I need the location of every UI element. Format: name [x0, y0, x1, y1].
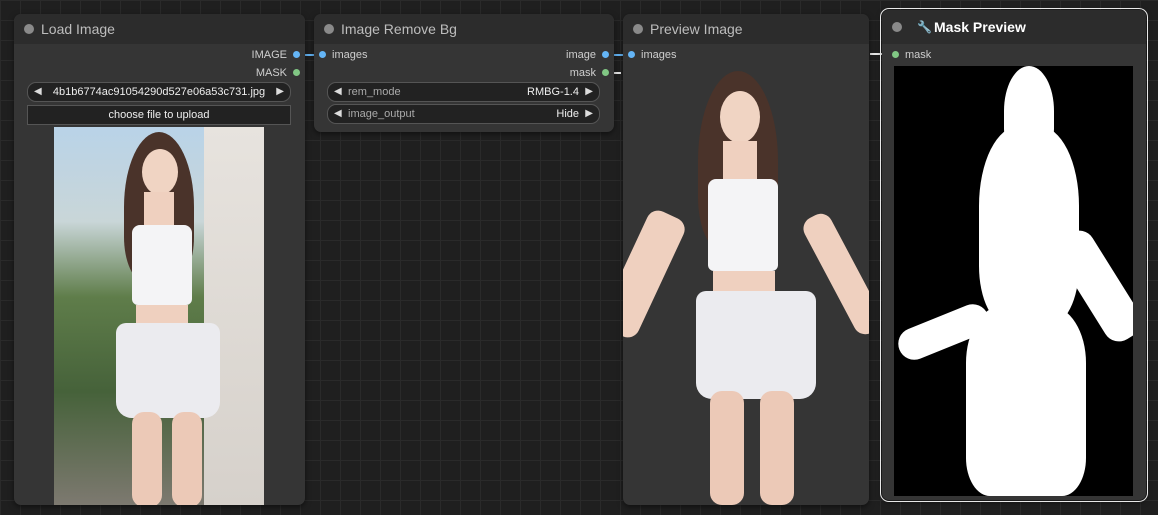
- preview-image-output: [623, 69, 869, 505]
- image-remove-bg-node[interactable]: Image Remove Bg images image mask ◀ rem_…: [314, 14, 614, 132]
- output-slot-image[interactable]: [293, 51, 300, 58]
- output-slot-mask[interactable]: [602, 69, 609, 76]
- widget-name: rem_mode: [348, 86, 401, 98]
- next-arrow-icon[interactable]: ▶: [585, 105, 593, 123]
- widget-value: Hide: [556, 108, 579, 120]
- prev-arrow-icon[interactable]: ◀: [34, 83, 42, 101]
- mask-preview-node[interactable]: 🔧 Mask Preview mask: [880, 8, 1148, 502]
- input-label-mask: mask: [905, 49, 932, 61]
- image-output-combo[interactable]: ◀ image_output Hide ▶: [327, 104, 600, 124]
- collapse-dot-icon[interactable]: [324, 24, 334, 34]
- node-title: Image Remove Bg: [341, 21, 457, 37]
- image-file-combo[interactable]: ◀ 4b1b6774ac91054290d527e06a53c731.jpg ▶: [27, 82, 291, 102]
- wrench-icon: 🔧: [917, 20, 932, 34]
- next-arrow-icon[interactable]: ▶: [276, 83, 284, 101]
- prev-arrow-icon[interactable]: ◀: [334, 105, 342, 123]
- image-file-value: 4b1b6774ac91054290d527e06a53c731.jpg: [52, 86, 266, 98]
- next-arrow-icon[interactable]: ▶: [585, 83, 593, 101]
- preview-image-node[interactable]: Preview Image images: [623, 14, 869, 505]
- input-slot-mask[interactable]: [892, 51, 899, 58]
- output-label-image: IMAGE: [251, 49, 287, 61]
- node-title: Preview Image: [650, 21, 743, 37]
- input-label-images: images: [332, 49, 368, 61]
- node-title: Load Image: [41, 21, 115, 37]
- input-slot-images[interactable]: [319, 51, 326, 58]
- rem-mode-combo[interactable]: ◀ rem_mode RMBG-1.4 ▶: [327, 82, 600, 102]
- mask-image-output: [894, 66, 1133, 496]
- upload-button[interactable]: choose file to upload: [27, 105, 291, 125]
- output-slot-image[interactable]: [602, 51, 609, 58]
- node-title-bar[interactable]: Preview Image: [623, 14, 869, 44]
- input-slot-images[interactable]: [628, 51, 635, 58]
- collapse-dot-icon[interactable]: [633, 24, 643, 34]
- output-label-mask: MASK: [255, 67, 287, 79]
- widget-name: image_output: [348, 108, 415, 120]
- node-title: Mask Preview: [934, 19, 1026, 35]
- node-title-bar[interactable]: Image Remove Bg: [314, 14, 614, 44]
- collapse-dot-icon[interactable]: [892, 22, 902, 32]
- output-slot-mask[interactable]: [293, 69, 300, 76]
- load-image-node[interactable]: Load Image IMAGE MASK ◀ 4b1b6774ac910542…: [14, 14, 305, 505]
- collapse-dot-icon[interactable]: [24, 24, 34, 34]
- input-label-images: images: [641, 49, 677, 61]
- widget-value: RMBG-1.4: [527, 86, 579, 98]
- output-label-mask: mask: [569, 67, 596, 79]
- node-title-bar[interactable]: Load Image: [14, 14, 305, 44]
- output-label-image: image: [566, 49, 596, 61]
- node-title-bar[interactable]: 🔧 Mask Preview: [882, 10, 1146, 44]
- prev-arrow-icon[interactable]: ◀: [334, 83, 342, 101]
- source-image-preview: [54, 127, 264, 505]
